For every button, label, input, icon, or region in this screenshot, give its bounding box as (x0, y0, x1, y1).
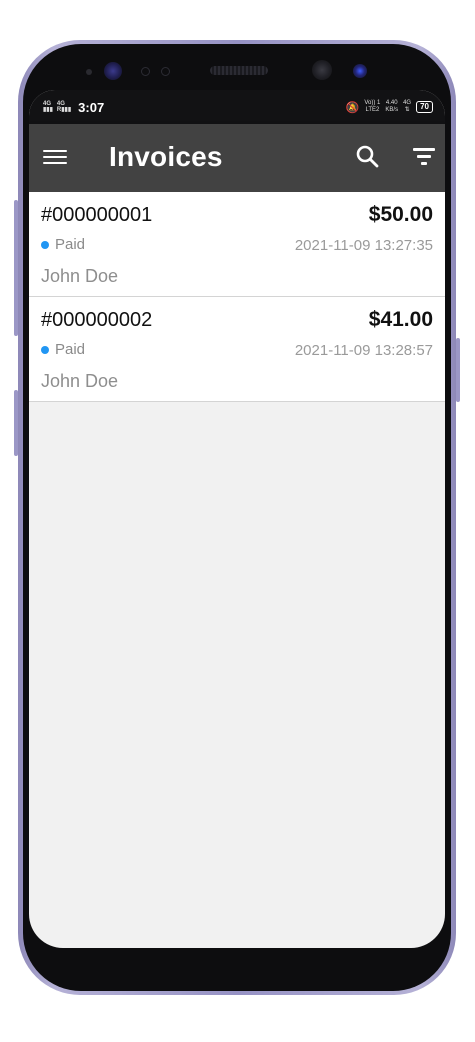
status-label: Paid (55, 341, 86, 358)
signal-1-icon: 4G ▮▮▮ (43, 101, 53, 113)
status-left: 4G ▮▮▮ 4G R▮▮▮ 3:07 (43, 100, 104, 115)
status-label: Paid (55, 236, 86, 253)
invoice-number: #000000002 (41, 309, 153, 331)
page-title: Invoices (109, 141, 223, 172)
invoice-list: #000000001 $50.00 Paid 2021-11-09 13:27:… (29, 192, 445, 402)
filter-icon[interactable] (413, 148, 435, 166)
mute-icon: 🔕 (345, 101, 360, 114)
invoice-row[interactable]: #000000001 $50.00 Paid 2021-11-09 13:27:… (29, 192, 445, 297)
invoice-customer: John Doe (41, 371, 119, 391)
sensor-ring (141, 67, 150, 76)
status-right: 🔕 Vo)) 1 LTE2 4.40 KB/s 4G ⇅ 70 (346, 100, 433, 114)
bixby-button (14, 390, 18, 456)
signal-2-icon: 4G R▮▮▮ (56, 101, 72, 113)
data-indicator: 4G ⇅ (403, 100, 412, 113)
earpiece-speaker (210, 66, 268, 75)
invoice-number: #000000001 (41, 204, 153, 226)
proximity-sensor (353, 64, 367, 78)
invoice-amount: $41.00 (368, 308, 433, 331)
app-bar: Invoices (29, 124, 445, 192)
invoice-customer: John Doe (41, 266, 119, 286)
volte-indicator: Vo)) 1 LTE2 (364, 100, 381, 113)
status-dot-icon (41, 240, 49, 249)
menu-icon[interactable] (43, 146, 67, 168)
status-bar: 4G ▮▮▮ 4G R▮▮▮ 3:07 🔕 Vo)) 1 LTE2 4.40 KB/s … (29, 90, 445, 124)
invoice-date: 2021-11-09 13:27:35 (294, 237, 433, 254)
network-speed: 4.40 KB/s (385, 100, 399, 113)
invoice-status: Paid (41, 341, 85, 358)
front-camera (312, 60, 332, 80)
invoice-status: Paid (41, 236, 85, 253)
network-type-1: 4G (43, 101, 52, 107)
invoice-amount: $50.00 (368, 203, 433, 226)
status-dot-icon (41, 345, 49, 354)
iris-scanner (104, 62, 122, 80)
sensor-dot (86, 69, 92, 75)
invoice-date: 2021-11-09 13:28:57 (294, 342, 433, 359)
clock: 3:07 (78, 99, 105, 115)
sensor-ring (161, 67, 170, 76)
invoice-row[interactable]: #000000002 $41.00 Paid 2021-11-09 13:28:… (29, 297, 445, 402)
network-type-2: 4G (56, 101, 65, 107)
volume-button (14, 200, 18, 336)
screen: 4G ▮▮▮ 4G R▮▮▮ 3:07 🔕 Vo)) 1 LTE2 4.40 KB/s … (29, 90, 445, 948)
battery-icon: 70 (416, 101, 433, 113)
power-button (456, 338, 460, 402)
search-icon[interactable] (355, 144, 381, 170)
